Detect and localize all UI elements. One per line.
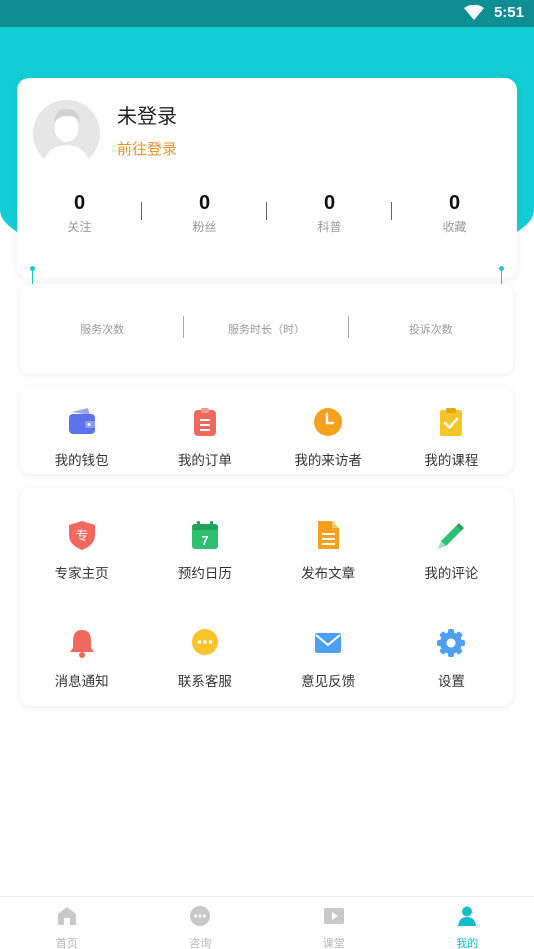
service-label: 服务时长（时）	[227, 323, 305, 336]
wifi-icon	[464, 5, 484, 20]
service-label: 投诉次数	[408, 323, 453, 336]
menu-label: 预约日历	[177, 566, 232, 582]
tab-label: 我的	[456, 937, 479, 949]
menu-item-expert[interactable]: 专 专家主页	[20, 519, 143, 582]
pencil-icon	[438, 523, 465, 549]
home-icon	[57, 907, 76, 925]
tab-mine[interactable]: 我的	[401, 897, 534, 949]
menu-item-courses[interactable]: 我的课程	[390, 406, 513, 469]
menu-item-publish[interactable]: 发布文章	[267, 519, 390, 582]
gear-icon	[437, 629, 466, 657]
consult-icon	[190, 906, 211, 926]
menu-label: 发布文章	[301, 566, 356, 582]
stat-favorites[interactable]: 0 收藏	[392, 190, 517, 240]
video-icon	[323, 908, 344, 924]
menu-label: 我的评论	[424, 566, 479, 582]
clock-icon	[314, 408, 343, 436]
article-icon	[318, 521, 340, 549]
menu-label: 专家主页	[54, 566, 109, 582]
tab-label: 咨询	[189, 937, 212, 949]
username: 未登录	[117, 104, 177, 128]
menu-label: 消息通知	[54, 674, 109, 690]
stat-follow[interactable]: 0 关注	[17, 190, 142, 240]
stat-value: 0	[73, 192, 86, 214]
menu-card-primary: 我的钱包 我的订单 我的来访者 我的课程	[20, 387, 513, 474]
course-icon	[440, 408, 463, 436]
menu-label: 我的来访者	[294, 453, 362, 469]
bottom-tab-bar: 首页 咨询 课堂 我的	[0, 896, 534, 949]
bell-icon	[69, 630, 94, 658]
person-icon	[458, 906, 477, 926]
order-icon	[193, 408, 216, 436]
menu-label: 意见反馈	[301, 674, 356, 690]
profile-card: 未登录 前往登录 0 关注 0 粉丝 0 科普 0 收藏	[17, 78, 517, 278]
service-duration: 服务时长（时）	[184, 316, 349, 338]
tab-home[interactable]: 首页	[0, 897, 134, 949]
menu-label: 设置	[437, 674, 465, 690]
tab-consult[interactable]: 咨询	[134, 897, 268, 949]
calendar-icon-text: 7	[201, 533, 208, 548]
menu-label: 我的钱包	[54, 453, 109, 469]
menu-item-feedback[interactable]: 意见反馈	[267, 627, 390, 690]
stat-label: 收藏	[442, 220, 467, 234]
menu-item-support[interactable]: 联系客服	[143, 627, 266, 690]
complaint-count: 投诉次数	[349, 321, 513, 337]
calendar-icon: 7	[191, 521, 218, 549]
tab-label: 首页	[55, 937, 78, 949]
menu-card-secondary: 专 专家主页 7 预约日历 发布文章 我的评论 消息通知 联系客服 意见反馈 设…	[20, 488, 513, 706]
avatar[interactable]	[33, 100, 100, 167]
stat-label: 科普	[317, 220, 342, 234]
stat-value: 0	[323, 192, 336, 214]
menu-item-calendar[interactable]: 7 预约日历	[143, 519, 266, 582]
login-link[interactable]: 前往登录	[117, 138, 177, 159]
status-bar: 5:51	[0, 0, 534, 27]
default-avatar-icon	[33, 100, 100, 167]
service-stats-card: 服务次数 服务时长（时） 投诉次数	[20, 284, 513, 374]
stat-value: 0	[198, 192, 211, 214]
menu-item-comments[interactable]: 我的评论	[390, 519, 513, 582]
menu-item-wallet[interactable]: 我的钱包	[20, 406, 143, 469]
menu-label: 我的订单	[177, 453, 232, 469]
chat-icon	[191, 629, 218, 655]
menu-label: 我的课程	[424, 453, 479, 469]
service-count: 服务次数	[20, 316, 185, 338]
stat-label: 关注	[67, 220, 92, 234]
stat-label: 粉丝	[192, 220, 217, 234]
stats-row: 0 关注 0 粉丝 0 科普 0 收藏	[17, 190, 517, 240]
menu-label: 联系客服	[177, 674, 232, 690]
stat-science[interactable]: 0 科普	[267, 190, 392, 240]
menu-item-orders[interactable]: 我的订单	[143, 406, 266, 469]
stat-value: 0	[448, 192, 461, 214]
expert-icon: 专	[68, 521, 95, 550]
wallet-icon	[68, 408, 95, 434]
status-time: 5:51	[493, 4, 524, 21]
service-label: 服务次数	[80, 323, 125, 336]
menu-item-visitors[interactable]: 我的来访者	[267, 406, 390, 469]
menu-item-settings[interactable]: 设置	[390, 627, 513, 690]
expert-icon-text: 专	[75, 529, 88, 544]
tab-classroom[interactable]: 课堂	[267, 897, 401, 949]
menu-item-notifications[interactable]: 消息通知	[20, 627, 143, 690]
tab-label: 课堂	[322, 937, 345, 949]
stat-fans[interactable]: 0 粉丝	[142, 190, 267, 240]
mail-icon	[315, 633, 342, 653]
